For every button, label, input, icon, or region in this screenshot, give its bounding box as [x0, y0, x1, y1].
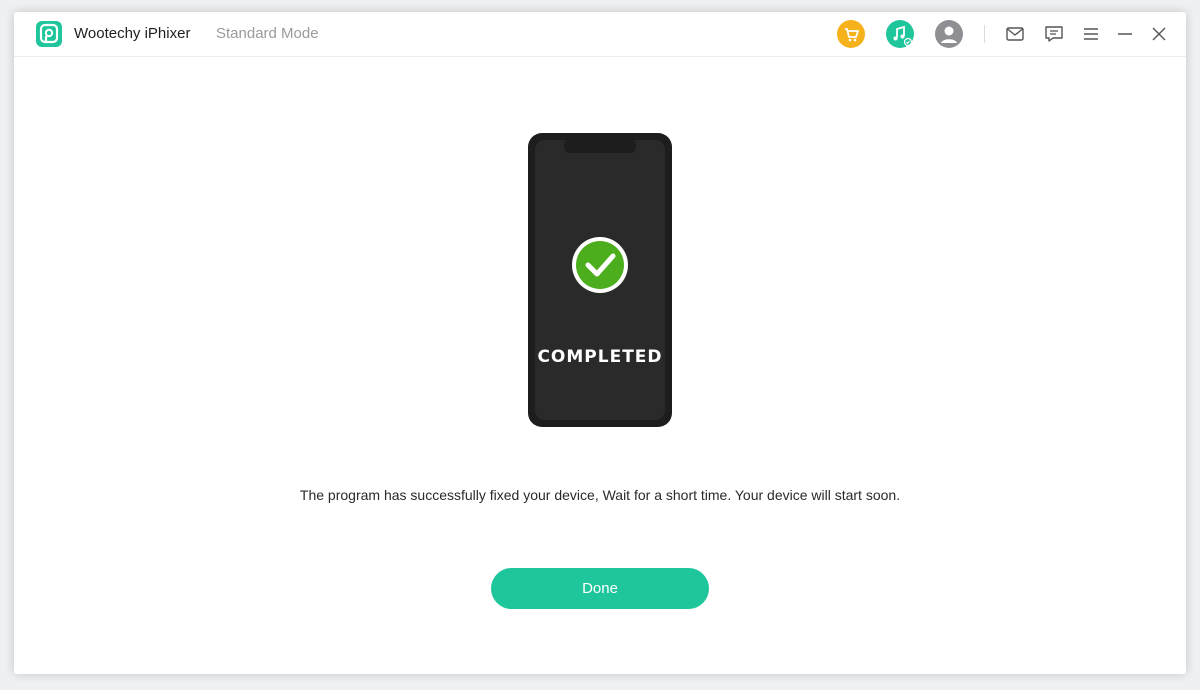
minimize-icon[interactable] [1114, 23, 1136, 45]
phone-illustration: COMPLETED [526, 133, 674, 427]
app-window: Wootechy iPhixer Standard Mode COMPLETED… [14, 12, 1186, 674]
done-button[interactable]: Done [491, 568, 709, 609]
app-title: Wootechy iPhixer [74, 25, 191, 42]
completed-status: COMPLETED [537, 347, 663, 367]
menu-icon[interactable] [1080, 23, 1102, 45]
music-icon[interactable] [886, 20, 914, 48]
title-bar: Wootechy iPhixer Standard Mode [14, 12, 1186, 57]
mail-icon[interactable] [1004, 23, 1026, 45]
mode-label: Standard Mode [216, 25, 319, 42]
title-bar-separator [984, 25, 985, 43]
success-message: The program has successfully fixed your … [299, 487, 901, 503]
feedback-icon[interactable] [1043, 23, 1065, 45]
close-icon[interactable] [1148, 23, 1170, 45]
cart-icon[interactable] [837, 20, 865, 48]
main-content: COMPLETED The program has successfully f… [14, 57, 1186, 674]
user-icon[interactable] [935, 20, 963, 48]
app-logo-icon [36, 21, 62, 47]
